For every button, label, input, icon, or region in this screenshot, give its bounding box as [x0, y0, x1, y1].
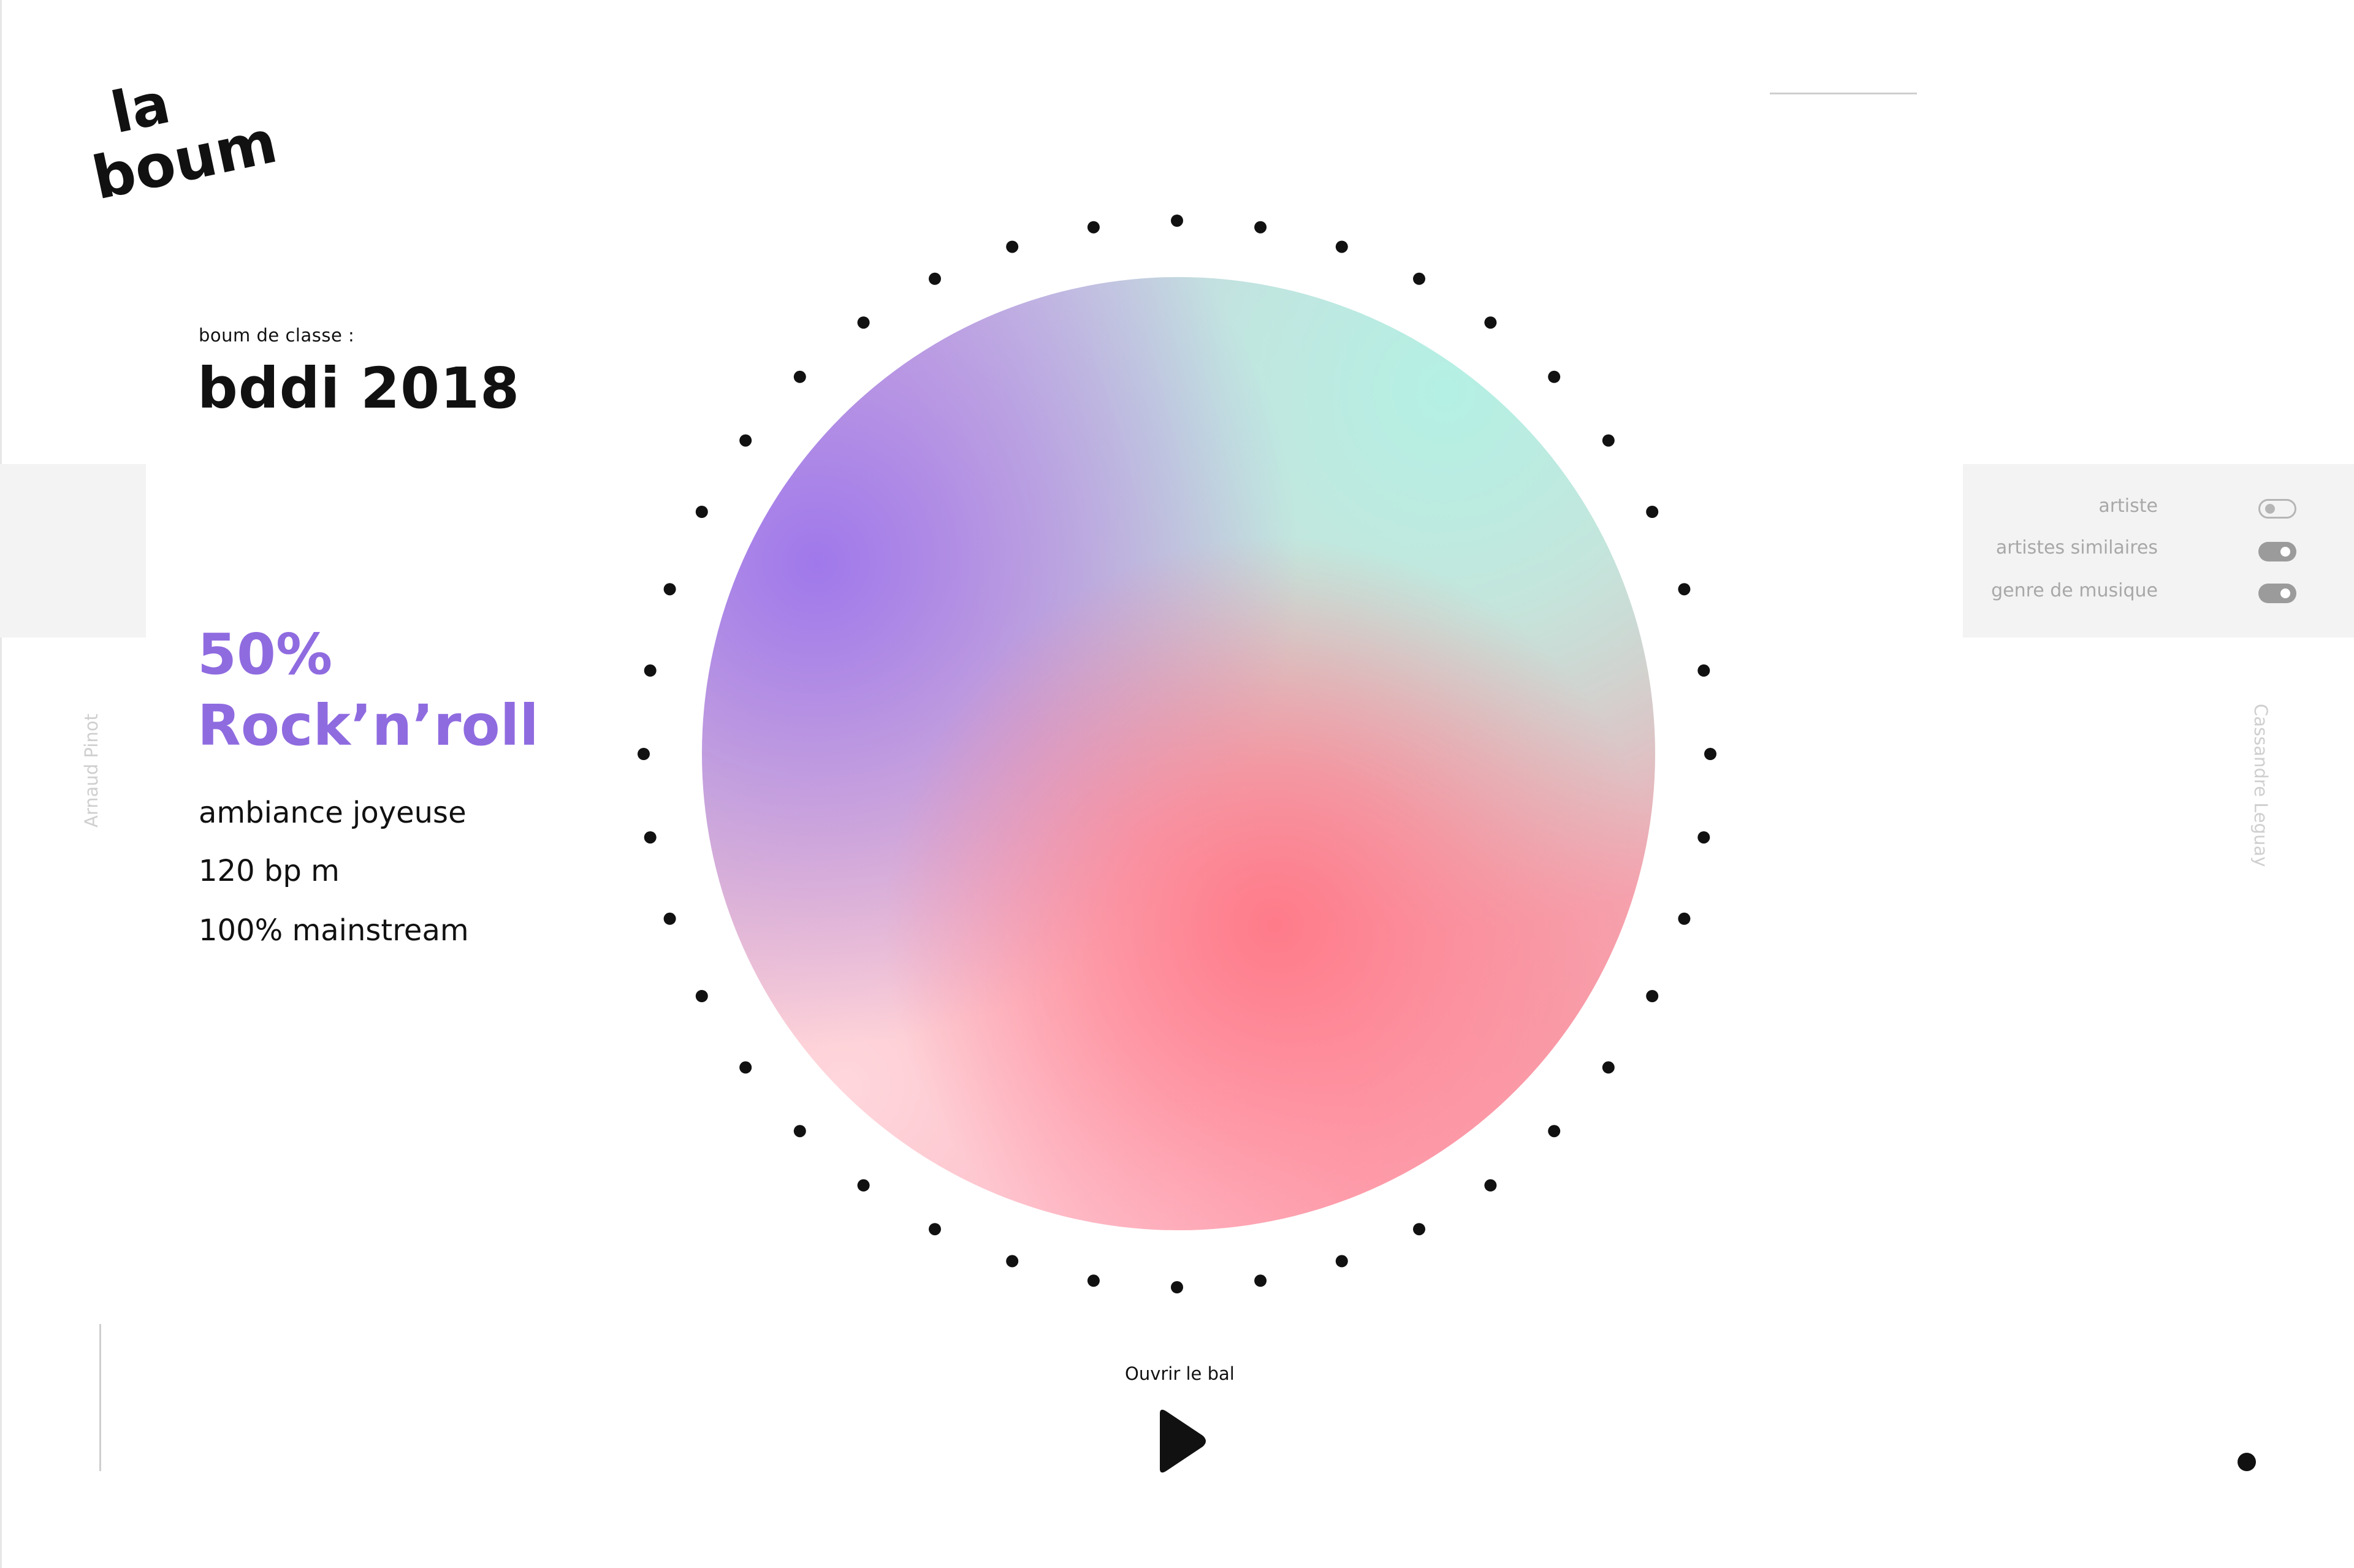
beat-dot: [1484, 316, 1497, 329]
filter-label: genre de musique: [1991, 580, 2158, 601]
beat-dot: [1602, 1061, 1615, 1074]
beat-dot-ring: [638, 215, 1716, 1293]
la-boum-logo[interactable]: la boum: [92, 83, 276, 211]
beat-dot: [1171, 1281, 1183, 1293]
beat-dot: [1087, 1274, 1100, 1287]
beat-dot: [1704, 748, 1716, 760]
stat-ambiance: ambiance joyeuse: [199, 796, 467, 830]
toggle-knob: [2280, 588, 2290, 598]
filter-label: artistes similaires: [1995, 537, 2158, 558]
credit-left: Arnaud Pinot: [81, 714, 102, 828]
beat-dot: [1413, 1223, 1425, 1236]
beat-dot: [1413, 272, 1425, 285]
beat-dot: [857, 1179, 870, 1192]
beat-dot: [1548, 1125, 1561, 1138]
beat-dot: [638, 748, 650, 760]
toggle-artiste[interactable]: [2258, 499, 2296, 519]
beat-dot: [1646, 990, 1659, 1002]
event-label: boum de classe :: [199, 325, 355, 346]
filter-artiste[interactable]: artiste: [2098, 495, 2158, 517]
bottom-left-line: [99, 1324, 101, 1471]
beat-dot: [1646, 506, 1659, 518]
beat-dot: [1335, 240, 1348, 253]
beat-dot: [663, 912, 676, 925]
stat-bpm: 120 bp m: [199, 854, 340, 888]
beat-dot: [695, 990, 708, 1002]
beat-dot: [793, 370, 806, 383]
beat-dot: [1678, 912, 1691, 925]
beat-dot: [1006, 1255, 1019, 1268]
corner-dot[interactable]: [2238, 1453, 2256, 1471]
toggle-artistes-similaires[interactable]: [2258, 542, 2296, 561]
credit-right: Cassandre Leguay: [2250, 704, 2271, 867]
beat-dot: [1697, 831, 1710, 844]
beat-dot: [644, 831, 657, 844]
beat-dot: [739, 1061, 752, 1074]
beat-dot: [1697, 664, 1710, 677]
filter-genre-de-musique[interactable]: genre de musique: [1991, 580, 2158, 601]
event-title: bddi 2018: [197, 356, 520, 421]
beat-dot: [644, 664, 657, 677]
beat-dot: [1678, 583, 1691, 596]
toggle-knob: [2265, 504, 2275, 514]
top-divider: [1770, 93, 1917, 94]
genre-name: Rock’n’roll: [197, 693, 539, 758]
beat-dot: [1602, 434, 1615, 447]
beat-dot: [857, 316, 870, 329]
beat-dot: [929, 1223, 941, 1236]
left-frame-line: [0, 0, 2, 1568]
beat-dot: [793, 1125, 806, 1138]
beat-dot: [1087, 221, 1100, 234]
beat-dot: [739, 434, 752, 447]
stat-mainstream: 100% mainstream: [199, 913, 469, 948]
left-panel: [0, 464, 146, 637]
play-icon: [1160, 1409, 1206, 1473]
filter-artistes-similaires[interactable]: artistes similaires: [1996, 537, 2158, 558]
play-button[interactable]: [1154, 1407, 1209, 1475]
beat-dot: [695, 506, 708, 518]
beat-dot: [1335, 1255, 1348, 1268]
beat-dot: [929, 272, 941, 285]
beat-dot: [663, 583, 676, 596]
beat-dot: [1254, 1274, 1267, 1287]
beat-dot: [1484, 1179, 1497, 1192]
toggle-genre-de-musique[interactable]: [2258, 584, 2296, 603]
filter-label: artiste: [2098, 495, 2158, 517]
beat-dot: [1254, 221, 1267, 234]
genre-percent: 50%: [197, 622, 333, 687]
toggle-knob: [2280, 547, 2290, 557]
beat-dot: [1006, 240, 1019, 253]
beat-dot: [1548, 370, 1561, 383]
beat-dot: [1171, 215, 1183, 227]
play-label: Ouvrir le bal: [1125, 1363, 1235, 1384]
